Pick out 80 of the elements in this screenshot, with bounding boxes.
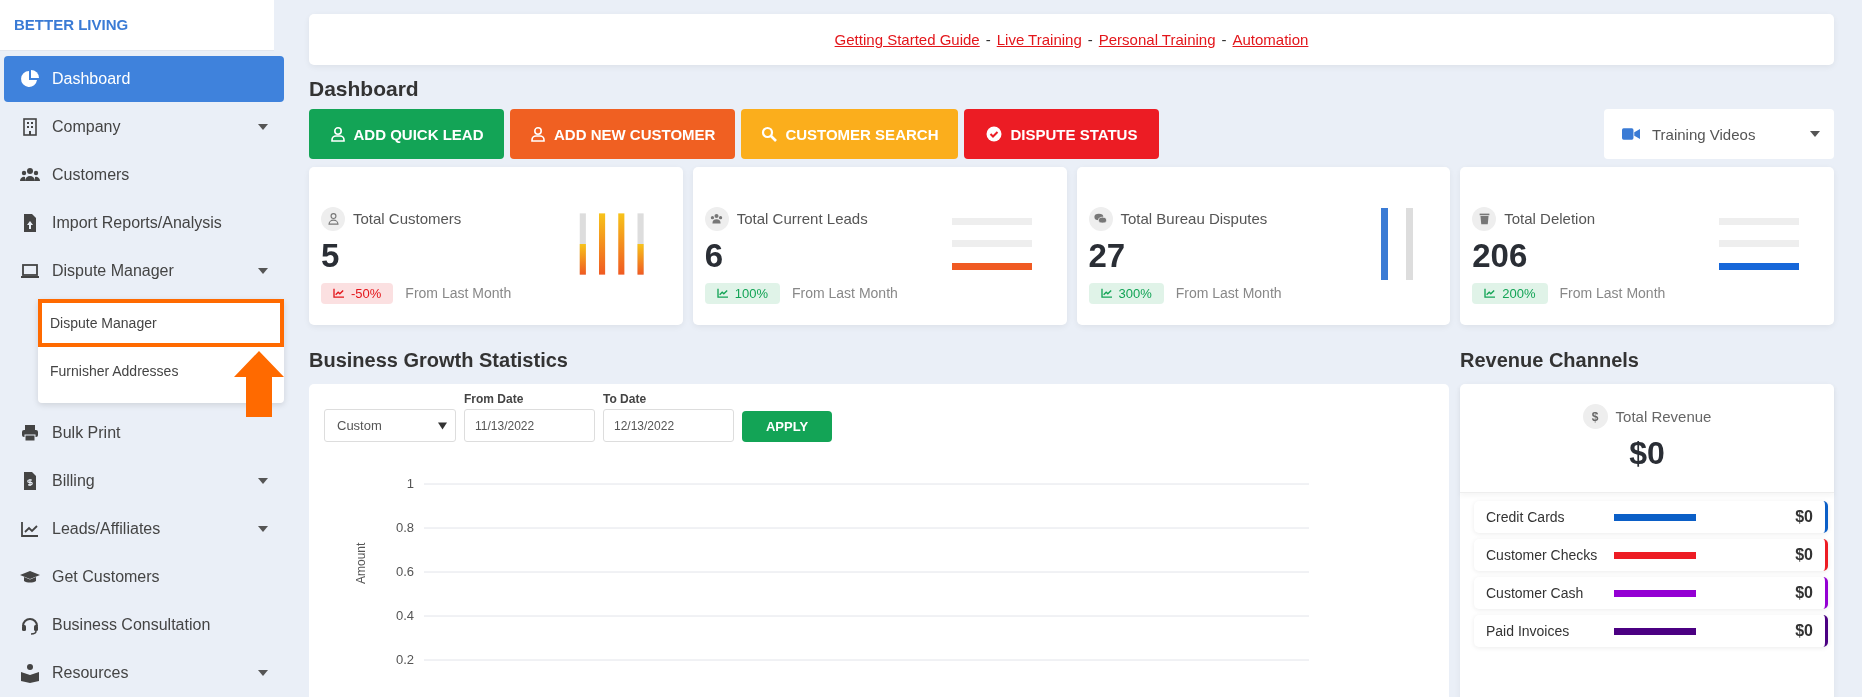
sidebar-item[interactable]: Dispute Manager xyxy=(4,247,284,294)
stat-title: Total Customers xyxy=(353,210,462,227)
change-badge: -50% xyxy=(321,282,394,304)
channel-name: Customer Checks xyxy=(1486,547,1599,563)
link-separator: - xyxy=(985,31,991,48)
date-field[interactable]: 11/13/2022 xyxy=(464,409,595,442)
sidebar-item[interactable]: Customers xyxy=(4,151,284,198)
stat-title: Total Deletion xyxy=(1504,210,1596,227)
reader-icon xyxy=(20,662,40,683)
stat-value: 6 xyxy=(704,236,725,275)
stat-title: Total Current Leads xyxy=(736,210,868,227)
section-title: Business Growth Statistics xyxy=(309,349,569,372)
stat-title: Total Bureau Disputes xyxy=(1120,210,1268,227)
channel-name: Customer Cash xyxy=(1486,585,1585,601)
axis-tick-label: 0.4 xyxy=(395,608,414,623)
video-camera-icon xyxy=(1622,128,1640,140)
section-title: Revenue Channels xyxy=(1460,349,1640,372)
total-value: $0 xyxy=(1629,435,1665,472)
sidebar-item[interactable]: Dashboard xyxy=(4,55,284,102)
channel-name: Credit Cards xyxy=(1486,509,1566,525)
axis-tick-label: 0.2 xyxy=(395,652,414,667)
submenu-item[interactable]: Furnisher Addresses xyxy=(38,346,191,395)
sidebar-item[interactable]: Business Consultation xyxy=(4,601,284,648)
range-select[interactable]: Custom xyxy=(324,409,456,442)
total-label: Total Revenue xyxy=(1615,408,1712,425)
channel-amount: $0 xyxy=(1794,584,1813,602)
field-label: From Date xyxy=(464,392,525,406)
sidebar-item[interactable]: Get Customers xyxy=(4,553,284,600)
caret-icon xyxy=(1810,131,1820,137)
sidebar-item[interactable]: Import Reports/Analysis xyxy=(4,199,284,246)
axis-tick-label: 1 xyxy=(406,476,414,491)
submenu-item[interactable]: Dispute Manager xyxy=(38,298,284,347)
axis-tick-label: 0.8 xyxy=(395,520,414,535)
action-button[interactable]: DISPUTE STATUS xyxy=(964,109,1160,159)
page-title: Dashboard xyxy=(309,77,420,101)
stat-value: 206 xyxy=(1472,236,1529,275)
pie-icon xyxy=(20,68,40,89)
printer-icon xyxy=(20,422,40,443)
user-icon xyxy=(329,126,346,142)
channel-name: Paid Invoices xyxy=(1486,623,1571,639)
stat-icon xyxy=(1472,206,1497,231)
training-videos-dropdown[interactable]: Training Videos xyxy=(1604,109,1834,159)
stat-note: From Last Month xyxy=(1559,285,1666,301)
link-separator: - xyxy=(1087,31,1093,48)
sidebar-item[interactable]: Bulk Print xyxy=(4,409,284,456)
channel-amount: $0 xyxy=(1794,546,1813,564)
channel-amount: $0 xyxy=(1794,622,1813,640)
building-icon xyxy=(20,116,40,137)
axis-title: Amount xyxy=(354,542,368,584)
stat-icon xyxy=(1088,206,1113,231)
stat-icon xyxy=(321,206,345,231)
sidebar-item[interactable]: Billing xyxy=(4,457,284,504)
banner-link[interactable]: Getting Started Guide xyxy=(834,31,980,48)
stat-value: 27 xyxy=(1088,236,1127,275)
axis-tick-label: 0.6 xyxy=(395,564,414,579)
banner-link[interactable]: Automation xyxy=(1232,31,1309,48)
change-badge: 200% xyxy=(1472,282,1548,304)
brand-name: BETTER LIVING xyxy=(0,0,274,51)
sidebar-item[interactable]: Resources xyxy=(4,649,284,696)
sidebar-item[interactable]: Company xyxy=(4,103,284,150)
dollar-icon: $ xyxy=(1582,404,1608,429)
sidebar-item[interactable]: Leads/Affiliates xyxy=(4,505,284,552)
banner-link[interactable]: Personal Training xyxy=(1098,31,1216,48)
field-label: To Date xyxy=(603,392,648,406)
search-icon xyxy=(761,126,778,142)
change-badge: 100% xyxy=(704,282,780,304)
link-separator: - xyxy=(1221,31,1227,48)
stat-note: From Last Month xyxy=(405,285,512,301)
stat-note: From Last Month xyxy=(1175,285,1282,301)
annotation-arrow xyxy=(234,350,284,417)
banner-link[interactable]: Live Training xyxy=(996,31,1082,48)
user-icon xyxy=(530,126,546,142)
change-badge: 300% xyxy=(1088,282,1164,304)
channel-amount: $0 xyxy=(1794,508,1813,526)
stat-value: 5 xyxy=(321,236,341,275)
date-field[interactable]: 12/13/2022 xyxy=(603,409,734,442)
check-circle-icon xyxy=(986,126,1003,142)
caret-icon xyxy=(438,421,447,430)
stat-note: From Last Month xyxy=(792,285,898,301)
stat-icon xyxy=(704,206,729,231)
